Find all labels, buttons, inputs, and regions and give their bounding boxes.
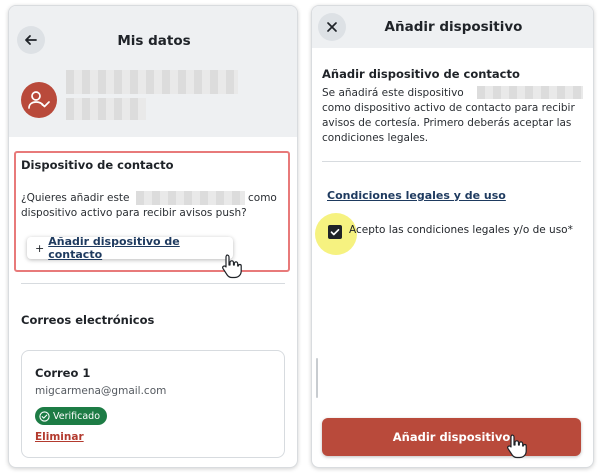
hand-pointer-cursor-icon xyxy=(222,254,242,279)
description-line-3: avisos de cortesía. Primero deberás acep… xyxy=(322,117,572,129)
add-device-screen: Añadir dispositivo Añadir dispositivo de… xyxy=(311,5,594,468)
blurred-user-name xyxy=(66,70,238,94)
section-divider xyxy=(21,283,285,284)
email-card: Correo 1 migcarmena@gmail.com Verificado… xyxy=(21,350,285,458)
email-address: migcarmena@gmail.com xyxy=(35,385,167,397)
add-device-button[interactable]: Añadir dispositivo xyxy=(322,418,581,456)
scrollbar[interactable] xyxy=(316,358,318,398)
add-contact-device-title: Añadir dispositivo de contacto xyxy=(322,67,520,81)
accept-terms-label[interactable]: Acepto las condiciones legales y/o de us… xyxy=(349,224,573,236)
page-title: Añadir dispositivo xyxy=(384,19,523,35)
blurred-user-id xyxy=(66,98,146,120)
verified-badge-label: Verificado xyxy=(53,410,101,422)
legal-conditions-link[interactable]: Condiciones legales y de uso xyxy=(327,189,506,202)
contact-device-title: Dispositivo de contacto xyxy=(21,158,174,172)
check-circle-icon xyxy=(39,410,50,422)
contact-device-question-start: ¿Quieres añadir este xyxy=(21,192,130,204)
blurred-device-name xyxy=(477,86,583,99)
add-contact-device-button[interactable]: + Añadir dispositivo de contacto xyxy=(27,235,233,261)
blurred-device-name xyxy=(136,191,245,205)
description-line-1: Se añadirá este dispositivo xyxy=(322,87,464,99)
description-line-2: como dispositivo activo de contacto para… xyxy=(322,102,575,114)
hand-pointer-cursor-icon xyxy=(507,434,527,459)
contact-device-question-como: como xyxy=(248,192,277,204)
contact-device-question-end: dispositivo activo para recibir avisos p… xyxy=(21,207,247,219)
add-device-button-label: Añadir dispositivo xyxy=(392,430,511,444)
page-title: Mis datos xyxy=(117,33,191,49)
plus-icon: + xyxy=(35,241,45,255)
email-card-title: Correo 1 xyxy=(35,366,91,380)
verified-badge: Verificado xyxy=(35,407,108,425)
description-line-4: condiciones legales. xyxy=(322,132,429,144)
add-contact-device-link[interactable]: Añadir dispositivo de contacto xyxy=(48,235,233,261)
avatar xyxy=(21,82,57,118)
checkmark-icon xyxy=(330,228,340,236)
section-divider xyxy=(322,161,581,162)
emails-section-title: Correos electrónicos xyxy=(21,313,155,327)
accept-terms-checkbox[interactable] xyxy=(328,225,342,239)
mis-datos-screen: Mis datos Dispositivo de contacto ¿Quier… xyxy=(8,5,298,468)
user-check-icon xyxy=(28,91,50,109)
delete-email-link[interactable]: Eliminar xyxy=(35,431,84,443)
